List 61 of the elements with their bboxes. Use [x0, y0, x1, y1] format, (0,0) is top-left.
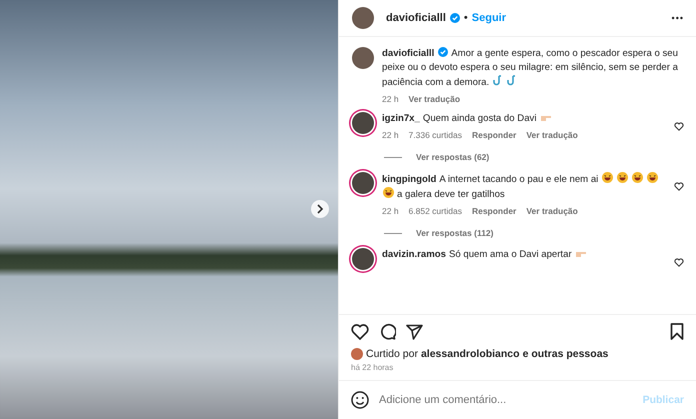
laughing-face-icon	[632, 172, 643, 183]
heart-icon	[674, 122, 684, 131]
comment-text: davizin.ramos Só quem ama o Davi apertar	[382, 248, 664, 262]
comment-action-link[interactable]: Ver tradução	[526, 206, 578, 216]
like-comment-button[interactable]	[674, 122, 684, 131]
laughing-face-icon	[383, 187, 394, 198]
chevron-right-icon	[316, 204, 324, 214]
username-link[interactable]: kingpingold	[382, 174, 436, 185]
comment-text: kingpingold A internet tacando o pau e ele nem ai a galera deve ter gatilhos	[382, 172, 664, 202]
username-link[interactable]: davioficialll	[382, 48, 434, 59]
pointing-hand-icon	[575, 249, 588, 258]
smiley-face-icon	[351, 391, 369, 409]
laughing-face-icon	[602, 172, 613, 183]
like-button[interactable]	[351, 324, 369, 340]
heart-icon	[351, 324, 369, 340]
comment-button[interactable]	[379, 323, 396, 340]
commenter-avatar	[352, 172, 374, 194]
more-options-button[interactable]: •••	[672, 13, 684, 23]
likes-text: Curtido por	[366, 348, 418, 360]
comment-action-link[interactable]: Ver tradução	[526, 130, 578, 140]
liker-avatar	[351, 348, 363, 360]
next-button[interactable]	[311, 200, 329, 218]
username-link[interactable]: davioficialll	[386, 12, 446, 24]
heart-icon	[674, 182, 684, 191]
username-link[interactable]: igzin7x_	[382, 113, 420, 124]
profile-avatar	[352, 7, 374, 29]
heart-icon	[674, 258, 684, 267]
laughing-face-icon	[616, 172, 628, 183]
post-time: há 22 horas	[351, 363, 394, 372]
view-replies-link[interactable]: Ver respostas (112)	[416, 228, 494, 238]
save-button[interactable]	[670, 323, 684, 340]
comment-meta: 6.852 curtidas	[408, 206, 462, 216]
comment-meta: 22 h	[382, 130, 399, 140]
profile-avatar	[352, 47, 374, 69]
speech-bubble-icon	[379, 323, 396, 340]
commenter-avatar	[352, 112, 374, 134]
like-comment-button[interactable]	[674, 258, 684, 267]
comment-meta: 7.336 curtidas	[408, 130, 462, 140]
commenter-avatar	[352, 248, 374, 270]
caption-text: davioficialll Amor a gente espera, como o pescador espera o seu peixe ou o devoto espera o seu milagre: em silêncio, sem se perder a paciência com a demora.	[382, 47, 679, 90]
username-link[interactable]: davizin.ramos	[382, 249, 446, 260]
pointing-hand-icon	[540, 113, 552, 122]
translate-link[interactable]: Ver tradução	[408, 94, 460, 104]
comment-text: igzin7x_ Quem ainda gosta do Davi	[382, 112, 664, 126]
likes-others-link[interactable]: e outras pessoas	[522, 348, 608, 360]
comment-action-link[interactable]: Responder	[472, 130, 516, 140]
bookmark-icon	[670, 323, 684, 340]
timestamp: 22 h	[382, 94, 399, 104]
separator-dot: •	[464, 12, 468, 24]
view-replies-link[interactable]: Ver respostas (62)	[416, 152, 490, 162]
hook-icon	[506, 75, 517, 86]
emoji-button[interactable]	[351, 391, 369, 409]
username-link[interactable]: alessandrolobianco	[420, 348, 520, 360]
laughing-face-icon	[646, 172, 658, 183]
hook-icon	[492, 75, 503, 86]
follow-link[interactable]: Seguir	[472, 12, 506, 24]
comment-action-link[interactable]: Responder	[472, 206, 516, 216]
like-comment-button[interactable]	[674, 182, 684, 191]
comment-meta: 22 h	[382, 206, 399, 216]
share-button[interactable]	[406, 324, 423, 340]
paper-plane-icon	[406, 324, 423, 340]
